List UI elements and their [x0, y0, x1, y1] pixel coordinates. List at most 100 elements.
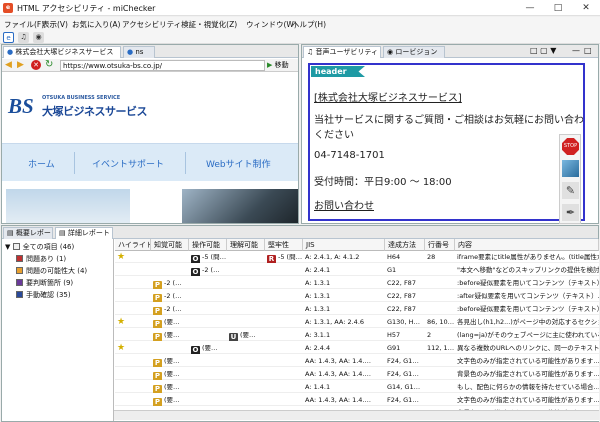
tab-detail-report[interactable]: ▤ 詳細レポート ✕: [55, 227, 113, 239]
col-highlight[interactable]: ハイライト: [115, 239, 151, 251]
cell-star: [115, 277, 151, 289]
cell-o: [189, 303, 227, 315]
close-button[interactable]: ✕: [572, 0, 600, 16]
maximize-icon[interactable]: □: [584, 46, 592, 55]
tree-item-all[interactable]: ▼ 全ての項目 (46): [5, 242, 74, 252]
table-row[interactable]: P -2 (… A: 1.3.1 C22, F87:before疑似要素を用いてコンテ…: [115, 303, 599, 315]
forward-icon[interactable]: ▶: [17, 60, 24, 71]
cell-jis: AA: 1.4.3, AA: 1.4.…: [305, 357, 372, 365]
tab-summary-label: 概要レポート: [15, 229, 52, 237]
go-button[interactable]: ▶ 移動: [267, 60, 297, 71]
url-input[interactable]: https://www.otsuka-bs.co.jp/: [60, 60, 265, 71]
cell-u: [227, 355, 265, 367]
col-content[interactable]: 内容: [455, 239, 599, 251]
tab-summary-report[interactable]: ▤ 概要レポート: [3, 227, 53, 239]
highlight-star-icon[interactable]: ★: [117, 317, 125, 327]
pane-toolbar-icons[interactable]: □ ▢ ▼: [530, 46, 556, 55]
col-operable[interactable]: 操作可能: [189, 239, 227, 251]
table-row[interactable]: P(要… AA: 1.4.3, AA: 1.4.… F24, G1… 背景色のみが指定…: [115, 368, 599, 380]
o-severity-icon: O: [191, 268, 200, 276]
tab-low-vision[interactable]: ◉ ロービジョン: [383, 46, 445, 58]
cell-u: [227, 381, 265, 393]
nav-home[interactable]: ホーム: [28, 157, 55, 170]
close-icon[interactable]: ✕: [112, 229, 113, 237]
p-severity-icon: P: [153, 281, 162, 289]
table-row[interactable]: ★ O -5 (問… R -5 (問… A: 2.4.1, A: 4.1.2 H64 28 if…: [115, 251, 599, 263]
collapse-icon[interactable]: ▼: [5, 243, 10, 251]
table-row[interactable]: O -2 (… A: 2.4.1 G1 "本文へ移動"などのスキップリンクの提供を検討…: [115, 264, 599, 276]
voice-line-company[interactable]: [株式会社大塚ビジネスサービス]: [314, 89, 462, 104]
brush-icon[interactable]: ✎: [562, 182, 579, 199]
menu-help[interactable]: ヘルプ(H): [292, 19, 326, 30]
menu-favorites[interactable]: お気に入り(A): [72, 19, 120, 30]
voice-line-contact-link[interactable]: お問い合わせ: [314, 197, 374, 212]
table-row[interactable]: P -2 (… A: 1.3.1 C22, F87:before疑似要素を用いてコンテ…: [115, 277, 599, 289]
diagram-icon[interactable]: [562, 160, 579, 177]
minimize-icon[interactable]: —: [572, 46, 580, 55]
table-row[interactable]: P (要… A: 1.4.1 G14, G1… もし、配色に何らかの情報を持たせている場…: [115, 381, 599, 393]
company-logo[interactable]: BS: [8, 93, 44, 119]
highlight-star-icon[interactable]: ★: [117, 252, 125, 262]
browser-icon[interactable]: e: [3, 32, 14, 43]
cell-u: [227, 342, 265, 354]
nav-event-support[interactable]: イベントサポート: [92, 157, 164, 170]
tree-item-manual[interactable]: 手動確認 (35): [16, 290, 71, 300]
maximize-button[interactable]: □: [544, 0, 572, 16]
col-jis[interactable]: JIS: [303, 239, 385, 251]
table-row[interactable]: P (要… AA: 1.4.3, AA: 1.4.… F24, G1… 文字色のみが指定…: [115, 394, 599, 406]
col-robust[interactable]: 堅牢性: [265, 239, 303, 251]
cell-line: 112, 1…: [427, 344, 455, 352]
table-row[interactable]: ★ P (要… A: 1.3.1, AA: 2.4.6 G130, H… 86, 10… 各…: [115, 316, 599, 328]
p-severity-icon: P: [153, 333, 162, 341]
menu-view[interactable]: 表示(V): [42, 19, 68, 30]
menu-window[interactable]: ウィンドウ(W): [246, 19, 297, 30]
col-technique[interactable]: 達成方法: [385, 239, 425, 251]
table-row[interactable]: P (要… AA: 1.4.3, AA: 1.4.… F24, G1… 文字色のみが指定…: [115, 355, 599, 367]
horizontal-scrollbar[interactable]: [114, 410, 599, 420]
pen-icon[interactable]: ✒: [562, 204, 579, 221]
table-row[interactable]: P (要… U (要… A: 3.1.1 H57 2 (lang=ja)がそのウェブページに主…: [115, 329, 599, 341]
cell-o: [189, 316, 227, 328]
menu-file[interactable]: ファイル(F): [4, 19, 44, 30]
p-score: -2 (…: [164, 305, 182, 313]
tree-item-judgement[interactable]: 要判断箇所 (9): [16, 278, 73, 288]
cell-content: 背景色のみが指定されている可能性があります…: [457, 370, 599, 378]
stop-icon[interactable]: ✕: [31, 60, 41, 70]
table-row[interactable]: P -2 (… A: 1.3.1 C22, F87:after疑似要素を用いてコンテン…: [115, 290, 599, 302]
cell-tech: G14, G1…: [387, 383, 421, 391]
tree-label: 手動確認 (35): [26, 291, 71, 299]
glasses-icon[interactable]: ◉: [33, 32, 44, 43]
o-severity-icon: O: [191, 255, 200, 263]
minimize-button[interactable]: —: [516, 0, 544, 16]
go-label: 移動: [274, 61, 289, 69]
cell-tech: G130, H…: [387, 318, 420, 326]
tree-swatch: [16, 291, 23, 298]
highlight-star-icon[interactable]: ★: [117, 343, 125, 353]
table-row[interactable]: ★ O (要… A: 2.4.4 G91 112, 1… 異なる複数のURLへのリンクに、同…: [115, 342, 599, 354]
p-severity-icon: P: [153, 385, 162, 393]
cell-star: [115, 394, 151, 406]
tab-site[interactable]: ● 株式会社大塚ビジネスサービス: [3, 46, 121, 58]
tab-lowvision-label: ロービジョン: [395, 48, 438, 56]
cell-u: [227, 251, 265, 263]
cell-r: [265, 277, 303, 289]
tree-item-likely[interactable]: 問題の可能性大 (4): [16, 266, 87, 276]
cell-p: P(要…: [151, 355, 189, 367]
cell-jis: A: 1.3.1: [305, 305, 331, 313]
voice-pane: ♫ 音声ユーザビリティ ◉ ロービジョン □ ▢ ▼ — □ header [株…: [301, 44, 599, 224]
col-line[interactable]: 行番号: [425, 239, 455, 251]
refresh-icon[interactable]: ↻: [45, 59, 53, 71]
menu-accessibility[interactable]: アクセシビリティ検証・視覚化(Z): [122, 19, 237, 30]
tab-voice-usability[interactable]: ♫ 音声ユーザビリティ: [303, 46, 381, 58]
voice-output: header [株式会社大塚ビジネスサービス] 当社サービスに関するご質問・ご相…: [308, 63, 585, 221]
tab-ns[interactable]: ● ns: [123, 46, 155, 58]
back-icon[interactable]: ◀: [5, 60, 12, 71]
voice-check-icon[interactable]: ♫: [18, 32, 29, 43]
cell-line: [425, 368, 455, 380]
tree-item-problem[interactable]: 問題あり (1): [16, 254, 66, 264]
nav-web-production[interactable]: Webサイト制作: [206, 157, 271, 170]
stop-sign-icon[interactable]: STOP: [562, 138, 579, 155]
col-understandable[interactable]: 理解可能: [227, 239, 265, 251]
p-severity-icon: P: [153, 359, 162, 367]
col-perceivable[interactable]: 知覚可能: [151, 239, 189, 251]
